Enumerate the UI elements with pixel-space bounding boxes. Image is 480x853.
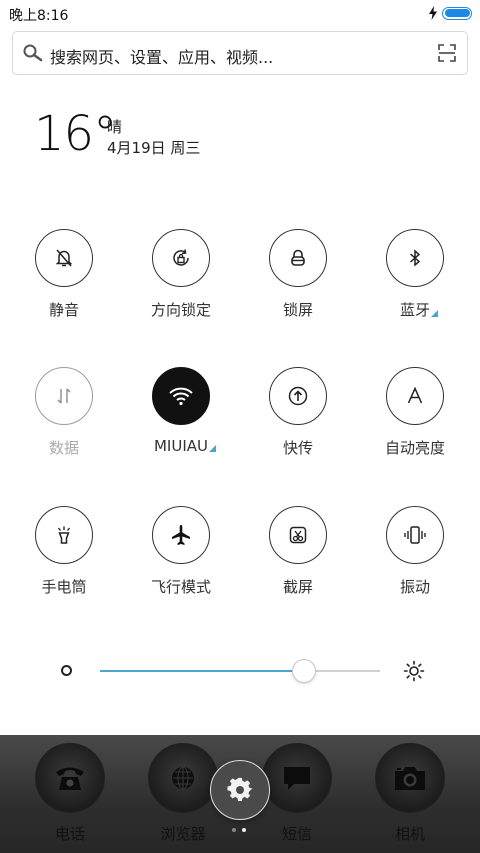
phone-icon[interactable]	[35, 743, 105, 813]
dock-app-label: 电话	[54, 825, 85, 843]
mobile-data-icon	[57, 388, 71, 404]
battery-icon	[442, 6, 472, 20]
toggle-silent-button[interactable]	[35, 229, 93, 287]
toggle-vibrate-button[interactable]	[386, 506, 444, 564]
toggle-label: 蓝牙	[400, 299, 438, 320]
weather-temperature: 16°	[34, 106, 117, 162]
page-dot	[232, 828, 236, 832]
brightness-slider[interactable]	[100, 659, 380, 683]
search-input[interactable]: 搜索网页、设置、应用、视频...	[50, 44, 273, 68]
toggle-rotation-lock[interactable]: 方向锁定	[122, 229, 240, 320]
gear-icon	[227, 777, 253, 801]
rotation-lock-icon	[173, 249, 189, 266]
bell-off-icon	[55, 249, 73, 267]
toggle-rotation-lock-button[interactable]	[152, 229, 210, 287]
toggle-wifi-button[interactable]	[152, 367, 210, 425]
more-settings-indicator	[431, 310, 438, 317]
browser-icon[interactable]	[148, 743, 218, 813]
toggle-flashlight[interactable]: 手电筒	[5, 506, 123, 597]
battery-level	[444, 9, 470, 17]
toggle-auto-brightness-button[interactable]	[386, 367, 444, 425]
message-icon[interactable]	[262, 743, 332, 813]
toggle-label: 飞行模式	[150, 578, 211, 596]
brightness-high-icon	[403, 660, 425, 682]
toggle-label: 静音	[48, 301, 79, 319]
toggle-label: 自动亮度	[384, 439, 445, 457]
weather-date: 4月19日 周三	[107, 139, 201, 157]
toggle-quick-transfer[interactable]: 快传	[239, 367, 357, 458]
toggle-bluetooth[interactable]: 蓝牙	[356, 229, 474, 320]
scan-icon[interactable]	[438, 44, 456, 62]
toggle-silent[interactable]: 静音	[5, 229, 123, 320]
toggle-lock-screen-button[interactable]	[269, 229, 327, 287]
toggle-label: 振动	[399, 578, 430, 596]
wifi-icon	[169, 387, 193, 406]
toggle-label: 截屏	[282, 578, 313, 596]
bluetooth-icon	[410, 249, 421, 267]
toggle-label: 快传	[282, 439, 313, 457]
quick-transfer-icon	[288, 386, 308, 406]
settings-button[interactable]	[210, 760, 270, 820]
screenshot-icon	[289, 526, 307, 544]
airplane-icon	[172, 525, 190, 545]
dock-app-label: 浏览器	[160, 825, 206, 843]
dock-app-phone[interactable]: 电话	[10, 743, 130, 844]
toggle-label: 数据	[48, 439, 79, 457]
status-indicators	[428, 6, 472, 20]
brightness-slider-thumb[interactable]	[292, 659, 316, 683]
toggle-vibrate[interactable]: 振动	[356, 506, 474, 597]
vibrate-icon	[404, 526, 426, 544]
more-settings-indicator	[209, 445, 216, 452]
toggle-label: 手电筒	[41, 578, 87, 596]
status-bar: 晚上8:16	[0, 0, 480, 28]
toggle-airplane-mode-button[interactable]	[152, 506, 210, 564]
toggle-auto-brightness[interactable]: 自动亮度	[356, 367, 474, 458]
camera-icon[interactable]	[375, 743, 445, 813]
toggle-bluetooth-button[interactable]	[386, 229, 444, 287]
flashlight-icon	[57, 526, 71, 544]
toggle-lock-screen[interactable]: 锁屏	[239, 229, 357, 320]
toggle-mobile-data-button[interactable]	[35, 367, 93, 425]
toggle-wifi[interactable]: MIUIAU	[122, 367, 240, 455]
weather-condition: 晴	[107, 118, 123, 136]
brightness-slider-fill	[100, 670, 304, 672]
dock-app-camera[interactable]: 相机	[350, 743, 470, 844]
auto-brightness-icon	[407, 386, 423, 404]
dock-app-label: 相机	[394, 825, 425, 843]
status-time: 晚上8:16	[9, 8, 69, 24]
lock-icon	[291, 249, 305, 266]
search-icon	[23, 44, 43, 62]
toggle-mobile-data[interactable]: 数据	[5, 367, 123, 458]
toggle-screenshot[interactable]: 截屏	[239, 506, 357, 597]
page-dot-active	[242, 828, 246, 832]
toggle-label: 方向锁定	[150, 301, 211, 319]
toggle-airplane-mode[interactable]: 飞行模式	[122, 506, 240, 597]
brightness-low-icon	[61, 665, 72, 676]
toggle-quick-transfer-button[interactable]	[269, 367, 327, 425]
charging-icon	[429, 6, 437, 20]
toggle-flashlight-button[interactable]	[35, 506, 93, 564]
search-bar[interactable]: 搜索网页、设置、应用、视频...	[12, 31, 468, 75]
dock-app-label: 短信	[281, 825, 312, 843]
toggle-label: 锁屏	[282, 301, 313, 319]
toggle-screenshot-button[interactable]	[269, 506, 327, 564]
toggle-label: MIUIAU	[154, 437, 216, 455]
page-indicator	[232, 828, 246, 832]
